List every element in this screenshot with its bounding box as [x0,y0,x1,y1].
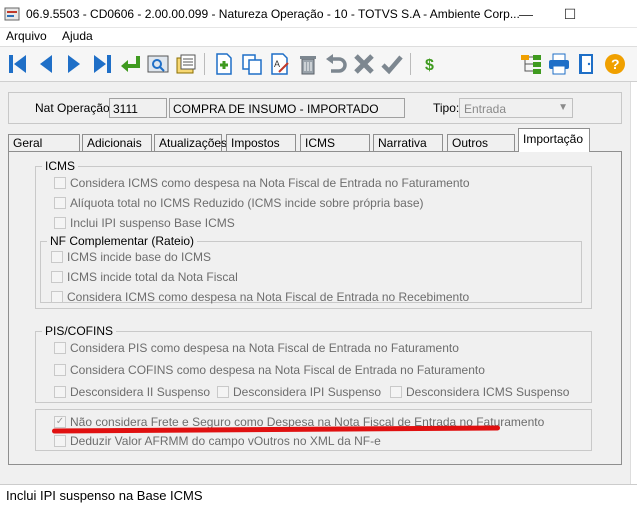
chevron-down-icon: ▼ [558,102,568,113]
cancel-icon[interactable] [351,51,377,77]
tab-narrativa[interactable]: Narrativa [373,134,443,151]
checkbox-box[interactable] [54,386,66,398]
tipo-label: Tipo: [433,101,460,115]
app-icon [4,7,20,21]
toolbar-separator [204,53,205,75]
checkbox-box[interactable] [51,271,63,283]
help-icon[interactable]: ? [602,51,628,77]
tab-adicionais[interactable]: Adicionais [82,134,152,151]
checkbox-box-checked[interactable] [54,416,66,428]
cofins-despesa-checkbox[interactable]: Considera COFINS como despesa na Nota Fi… [54,363,485,377]
nat-operacao-desc-field[interactable]: COMPRA DE INSUMO - IMPORTADO [169,98,405,118]
toolbar-separator [410,53,411,75]
last-record-icon[interactable] [89,51,115,77]
checkbox-box[interactable] [51,251,63,263]
checkbox-box[interactable] [54,435,66,447]
previous-record-icon[interactable] [33,51,59,77]
toolbar: A $ ? [0,46,637,82]
currency-icon[interactable]: $ [417,51,443,77]
svg-text:A: A [274,59,280,69]
tab-atualizacoes[interactable]: Atualizações [154,134,227,151]
deduzir-afrmm-checkbox[interactable]: Deduzir Valor AFRMM do campo vOutros no … [54,434,381,448]
menu-bar: Arquivo Ajuda [0,28,637,46]
checkbox-box[interactable] [54,342,66,354]
ipi-suspenso-base-icms-checkbox[interactable]: Inclui IPI suspenso Base ICMS [54,216,235,230]
return-icon[interactable] [117,51,143,77]
icms-despesa-faturamento-checkbox[interactable]: Considera ICMS como despesa na Nota Fisc… [54,176,470,190]
tab-icms[interactable]: ICMS [300,134,370,151]
title-bar: 06.9.5503 - CD0606 - 2.00.00.099 - Natur… [0,0,637,28]
status-bar: Inclui IPI suspenso na Base ICMS [0,484,637,506]
nf-complementar-title: NF Complementar (Rateio) [47,234,198,248]
tab-impostos[interactable]: Impostos [226,134,296,151]
first-record-icon[interactable] [5,51,31,77]
window-title: 06.9.5503 - CD0606 - 2.00.00.099 - Natur… [26,7,520,21]
nf-complementar-group: NF Complementar (Rateio) ICMS incide bas… [40,234,582,304]
edit-icon[interactable]: A [267,51,293,77]
svg-text:?: ? [611,56,620,72]
header-panel: Nat Operação: 3111 COMPRA DE INSUMO - IM… [8,92,622,124]
icms-group-title: ICMS [42,159,78,173]
icms-group: ICMS Considera ICMS como despesa na Nota… [35,159,592,309]
structure-icon[interactable] [518,51,544,77]
checkbox-box[interactable] [54,177,66,189]
tab-importacao[interactable]: Importação [518,128,590,152]
form-client-area: Nat Operação: 3111 COMPRA DE INSUMO - IM… [0,82,630,484]
pis-cofins-group: PIS/COFINS Considera PIS como despesa na… [35,324,592,403]
svg-text:$: $ [425,57,434,74]
minimize-button[interactable]: — [504,0,548,28]
tab-outros[interactable]: Outros [447,134,515,151]
checkbox-box[interactable] [54,217,66,229]
importacao-tab-panel: ICMS Considera ICMS como despesa na Nota… [8,151,622,465]
desconsidera-icms-suspenso-checkbox[interactable]: Desconsidera ICMS Suspenso [390,385,569,399]
maximize-button[interactable]: ☐ [548,0,592,28]
checkbox-box[interactable] [54,197,66,209]
menu-ajuda[interactable]: Ajuda [62,29,93,43]
pis-cofins-group-title: PIS/COFINS [42,324,117,338]
desconsidera-ii-suspenso-checkbox[interactable]: Desconsidera II Suspenso [54,385,210,399]
aliquota-icms-reduzido-checkbox[interactable]: Alíquota total no ICMS Reduzido (ICMS in… [54,196,424,210]
checkbox-box[interactable] [54,364,66,376]
new-record-icon[interactable] [211,51,237,77]
confirm-icon[interactable] [379,51,405,77]
pis-despesa-checkbox[interactable]: Considera PIS como despesa na Nota Fisca… [54,341,459,355]
tab-geral[interactable]: Geral [8,134,80,151]
zoom-icon[interactable] [145,51,171,77]
checkbox-box[interactable] [390,386,402,398]
undo-icon[interactable] [323,51,349,77]
icms-despesa-recebimento-checkbox[interactable]: Considera ICMS como despesa na Nota Fisc… [51,290,469,304]
checkbox-box[interactable] [51,291,63,303]
nat-operacao-code-field[interactable]: 3111 [109,98,167,118]
desconsidera-ipi-suspenso-checkbox[interactable]: Desconsidera IPI Suspenso [217,385,381,399]
next-record-icon[interactable] [61,51,87,77]
exit-icon[interactable] [574,51,600,77]
icms-incide-base-checkbox[interactable]: ICMS incide base do ICMS [51,250,211,264]
icms-incide-total-checkbox[interactable]: ICMS incide total da Nota Fiscal [51,270,238,284]
menu-arquivo[interactable]: Arquivo [6,29,47,43]
nat-operacao-label: Nat Operação: [35,101,114,115]
status-text: Inclui IPI suspenso na Base ICMS [6,488,203,503]
copy-icon[interactable] [239,51,265,77]
print-icon[interactable] [546,51,572,77]
report-icon[interactable] [173,51,199,77]
delete-icon[interactable] [295,51,321,77]
checkbox-box[interactable] [217,386,229,398]
right-edge-strip [630,82,637,484]
tipo-select-value: Entrada [464,102,507,116]
tipo-select[interactable]: Entrada ▼ [459,98,573,118]
